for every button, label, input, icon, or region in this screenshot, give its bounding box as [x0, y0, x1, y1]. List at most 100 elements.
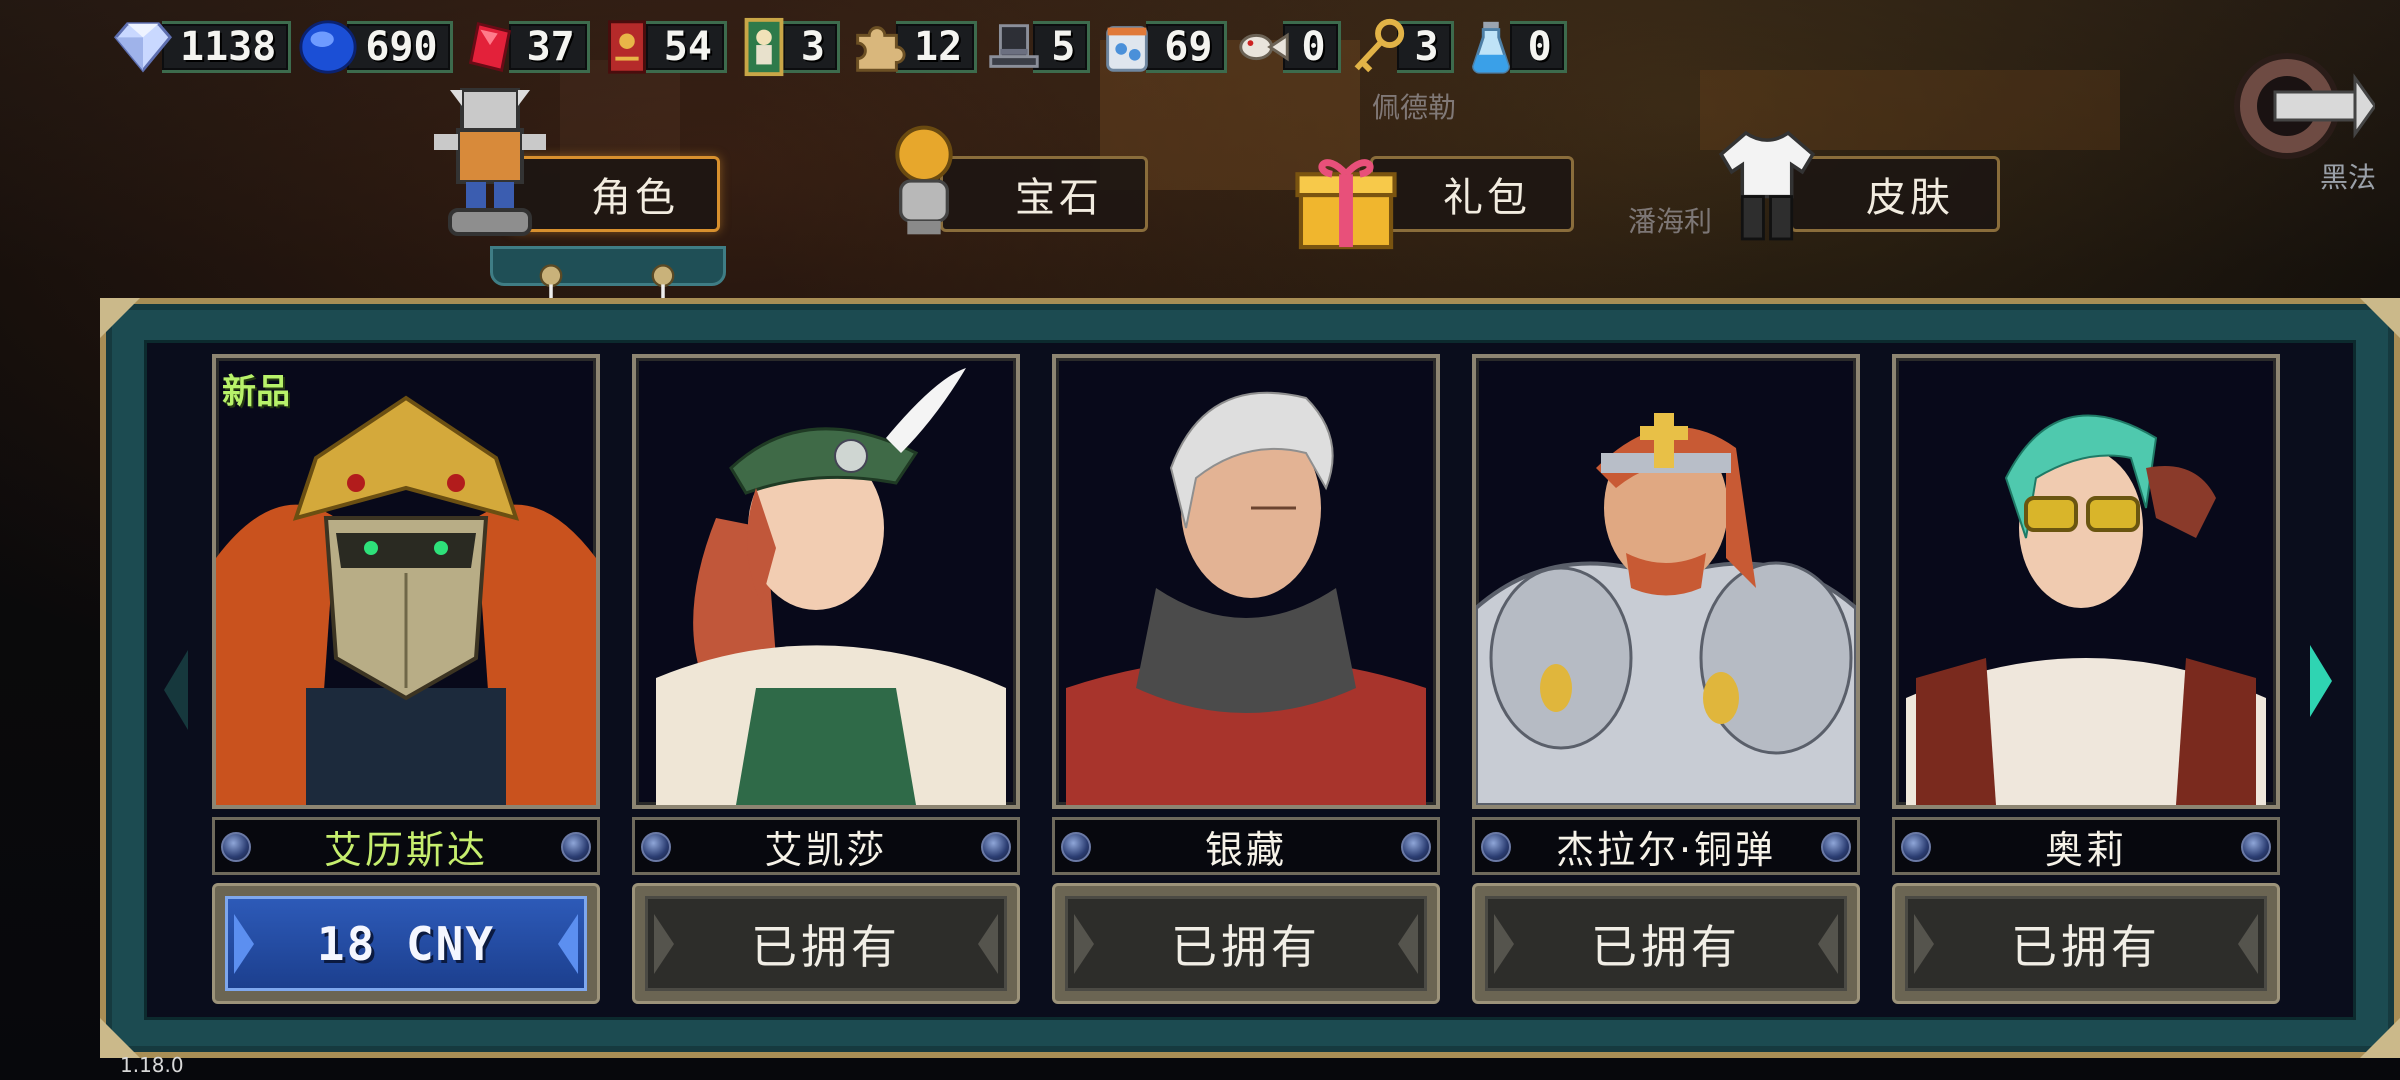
chevron-right-icon [1818, 913, 1838, 974]
owned-button[interactable]: 已拥有 [1905, 896, 2267, 991]
bolt-ornament-icon [1901, 832, 1931, 862]
bolt-ornament-icon [1481, 832, 1511, 862]
currency-tarot: 3 [731, 12, 841, 82]
top-hat-icon [981, 14, 1047, 80]
red-gem-icon [457, 14, 523, 80]
purchase-button-frame: 18 CNY [212, 883, 600, 1004]
owned-label: 已拥有 [751, 919, 901, 974]
character-name: 奥莉 [2044, 827, 2127, 872]
blue-gem-icon [295, 14, 361, 80]
character-name: 艾历斯达 [323, 827, 488, 872]
exit-arrow-icon [2234, 53, 2377, 159]
owned-button-frame: 已拥有 [1472, 883, 1860, 1004]
currency-hats: 5 [981, 12, 1091, 82]
beret-woman-portrait [656, 368, 1006, 805]
crowned-knight-portrait [216, 395, 596, 805]
currency-red-gems: 37 [457, 12, 590, 82]
chevron-left-icon [654, 913, 674, 974]
bolt-ornament-icon [1401, 832, 1431, 862]
shirt-icon [1718, 130, 1816, 241]
bolt-ornament-icon [561, 832, 591, 862]
character-card[interactable]: 艾凯莎 已拥有 [632, 354, 1020, 1004]
owned-button-frame: 已拥有 [1052, 883, 1440, 1004]
currency-puzzle: 12 [844, 12, 978, 82]
currency-bar: 1138 690 37 54 3 12 5 69 0 3 0 [110, 12, 1567, 82]
currency-books: 54 [594, 12, 727, 82]
currency-value: 1138 [162, 21, 292, 73]
currency-keys: 3 [1345, 12, 1454, 82]
exit-button[interactable] [2225, 40, 2377, 170]
chevron-right-icon [2238, 913, 2258, 974]
tarot-card-icon [731, 14, 797, 80]
active-tab-indicator [490, 246, 726, 286]
price-label: 18 CNY [316, 916, 496, 971]
character-portrait [1052, 354, 1440, 809]
armored-paladin-portrait [1476, 413, 1856, 805]
scroll-left-arrow-icon[interactable] [164, 650, 188, 730]
character-portrait: 新品 [212, 354, 600, 809]
currency-food: 69 [1094, 12, 1228, 82]
character-name: 银藏 [1204, 827, 1287, 872]
gem-hand-icon [895, 125, 953, 235]
version-label: 1.18.0 [120, 1053, 184, 1077]
chevron-left-icon [234, 913, 254, 974]
currency-fish: 0 [1231, 12, 1341, 82]
character-name-bar: 艾凯莎 [632, 817, 1020, 875]
tab-label: 礼包 [1443, 175, 1531, 221]
gift-box-icon [1295, 159, 1397, 250]
character-card[interactable]: 奥莉 已拥有 [1892, 354, 2280, 1004]
character-card[interactable]: 新品 艾历斯达 18 CNY [212, 354, 600, 1004]
owned-label: 已拥有 [1171, 919, 1321, 974]
panel-corner-ornament-icon [2360, 1018, 2400, 1058]
currency-diamonds: 1138 [110, 12, 292, 82]
hanging-lamp-icon [539, 264, 563, 302]
character-name-bar: 艾历斯达 [212, 817, 600, 875]
chevron-right-icon [558, 913, 578, 974]
bolt-ornament-icon [221, 832, 251, 862]
character-name: 杰拉尔·铜弹 [1555, 827, 1777, 872]
owned-label: 已拥有 [2011, 919, 2161, 974]
bolt-ornament-icon [641, 832, 671, 862]
panel-corner-ornament-icon [2360, 298, 2400, 338]
red-book-icon [594, 14, 660, 80]
chevron-left-icon [1914, 913, 1934, 974]
character-card[interactable]: 杰拉尔·铜弹 已拥有 [1472, 354, 1860, 1004]
owned-button-frame: 已拥有 [1892, 883, 2280, 1004]
diamond-icon [110, 14, 176, 80]
currency-blue-gems: 690 [295, 12, 453, 82]
owned-button[interactable]: 已拥有 [1485, 896, 1847, 991]
npc-label-pedler: 佩德勒 [1372, 91, 1457, 124]
tab-label: 角色 [591, 175, 679, 221]
bolt-ornament-icon [981, 832, 1011, 862]
shop-screen: 佩德勒 潘海利 黑法 1138 690 37 54 3 12 5 69 0 3 … [0, 0, 2400, 1080]
buy-price-button[interactable]: 18 CNY [225, 896, 587, 991]
bolt-ornament-icon [1061, 832, 1091, 862]
panel-corner-ornament-icon [100, 1018, 140, 1058]
character-card[interactable]: 银藏 已拥有 [1052, 354, 1440, 1004]
chevron-left-icon [1074, 913, 1094, 974]
owned-button[interactable]: 已拥有 [1065, 896, 1427, 991]
npc-label-panhaili: 潘海利 [1628, 205, 1713, 238]
chevron-right-icon [1398, 913, 1418, 974]
character-portrait [1892, 354, 2280, 809]
hanging-lamp-icon [651, 264, 675, 302]
knight-character-icon [434, 88, 546, 236]
goggles-girl-portrait [1906, 414, 2266, 805]
character-name-bar: 杰拉尔·铜弹 [1472, 817, 1860, 875]
tab-label: 宝石 [1015, 175, 1103, 221]
puzzle-piece-icon [844, 14, 910, 80]
bolt-ornament-icon [2241, 832, 2271, 862]
food-bag-icon [1094, 14, 1160, 80]
new-item-badge: 新品 [222, 372, 290, 412]
currency-potions: 0 [1458, 12, 1567, 82]
panel-corner-ornament-icon [100, 298, 140, 338]
owned-button-frame: 已拥有 [632, 883, 1020, 1004]
character-portrait [1472, 354, 1860, 809]
owned-button[interactable]: 已拥有 [645, 896, 1007, 991]
owned-label: 已拥有 [1591, 919, 1741, 974]
scroll-right-arrow-icon[interactable] [2310, 645, 2332, 717]
character-name-bar: 银藏 [1052, 817, 1440, 875]
character-name: 艾凯莎 [764, 827, 888, 872]
potion-vial-icon [1458, 14, 1524, 80]
gold-key-icon [1345, 14, 1411, 80]
